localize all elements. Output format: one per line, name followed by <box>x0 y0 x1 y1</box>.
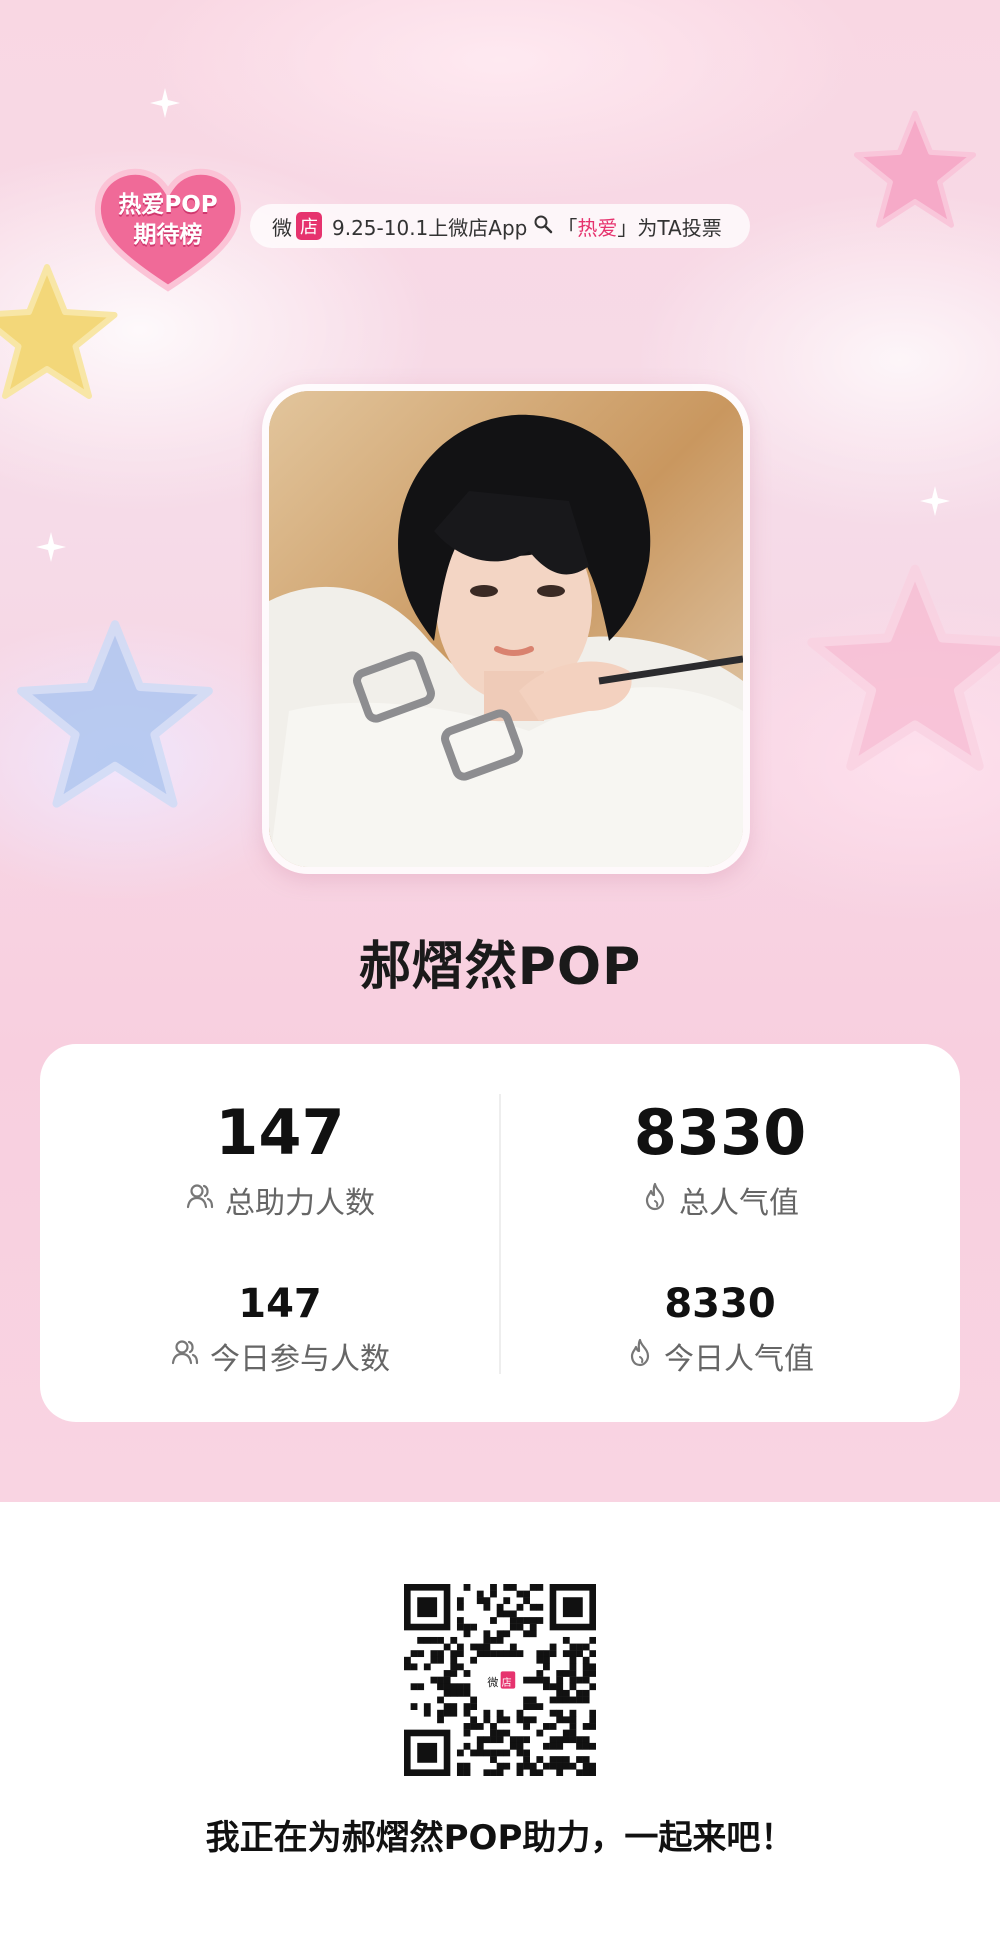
stat-today-popularity: 8330 今日人气值 <box>500 1280 940 1378</box>
total-popularity-value: 8330 <box>633 1096 807 1169</box>
weidian-dian: 店 <box>296 212 322 240</box>
flame-icon <box>626 1337 664 1375</box>
people-icon <box>170 1337 210 1375</box>
notice-keyword: 热爱 <box>577 215 618 240</box>
avatar <box>269 391 743 867</box>
qr-code-graphic: 微店 <box>404 1584 597 1777</box>
notice-action-text: 为TA投票 <box>637 215 722 240</box>
qr-logo-dian: 店 <box>502 1676 512 1689</box>
qr-logo-wei: 微 <box>487 1675 498 1689</box>
portrait-photo <box>269 391 743 867</box>
stat-total-helpers: 147 总助力人数 <box>60 1098 500 1222</box>
bracket-open: 「 <box>557 215 578 240</box>
today-participants-label: 今日参与人数 <box>210 1342 390 1377</box>
star-icon <box>850 108 980 233</box>
weidian-wei: 微 <box>272 215 292 240</box>
today-popularity-value: 8330 <box>664 1281 776 1327</box>
today-popularity-label: 今日人气值 <box>664 1342 814 1377</box>
star-icon <box>10 616 220 816</box>
people-icon <box>185 1181 225 1219</box>
flame-icon <box>641 1181 679 1219</box>
idol-name: 郝熠然POP <box>358 937 642 997</box>
sparkle-icon <box>920 486 950 516</box>
avatar-frame <box>262 384 750 874</box>
qr-code[interactable]: 微店 <box>404 1584 597 1777</box>
notice-date-text: 9.25-10.1上微店App <box>332 215 528 240</box>
search-icon <box>533 214 553 239</box>
stat-total-popularity: 8330 总人气值 <box>500 1098 940 1222</box>
badge-line-1: 热爱POP <box>118 192 218 218</box>
total-popularity-label: 总人气值 <box>679 1186 799 1221</box>
today-participants-value: 147 <box>238 1281 322 1327</box>
sparkle-icon <box>150 88 180 118</box>
vote-share-poster: 热爱POP 期待榜 微 店 9.25-10.1上微店App 「 热爱 」 为TA… <box>0 0 1000 1938</box>
stat-today-participants: 147 今日参与人数 <box>60 1280 500 1378</box>
total-helpers-value: 147 <box>215 1096 345 1169</box>
total-helpers-label: 总助力人数 <box>225 1186 375 1221</box>
hot-pop-badge: 热爱POP 期待榜 <box>92 166 244 294</box>
star-icon <box>800 560 1000 780</box>
bracket-close: 」 <box>617 215 638 240</box>
sparkle-icon <box>36 532 66 562</box>
badge-line-2: 期待榜 <box>133 222 203 248</box>
share-text: 我正在为郝熠然POP助力，一起来吧！ <box>205 1818 795 1858</box>
vote-notice: 微 店 9.25-10.1上微店App 「 热爱 」 为TA投票 <box>250 204 750 248</box>
stats-card: 147 总助力人数 8330 总人气值 147 今日参与人数 8330 今日人气… <box>40 1044 960 1422</box>
